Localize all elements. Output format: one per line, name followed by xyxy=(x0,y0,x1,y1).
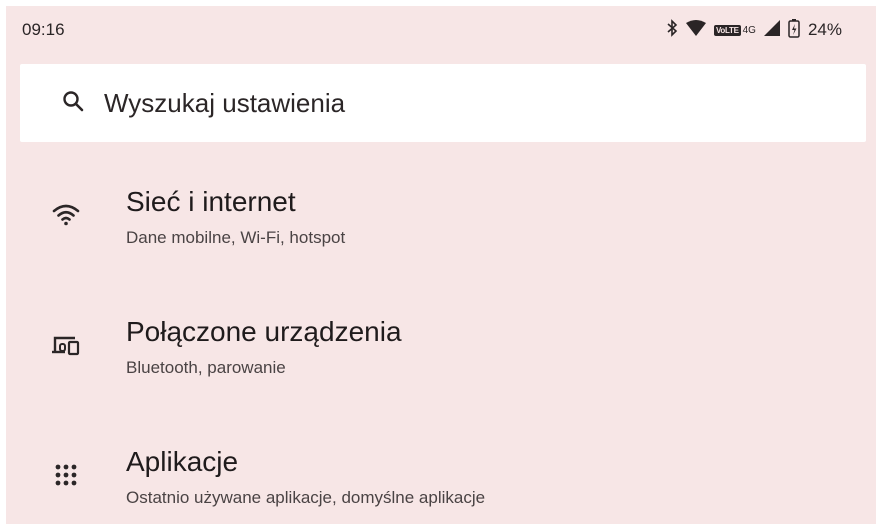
wifi-icon xyxy=(685,19,706,41)
battery-icon xyxy=(788,18,800,43)
apps-grid-icon xyxy=(55,464,77,491)
settings-screen: 09:16 VoLTE 4G 24% Wyszukaj ustawienia S… xyxy=(6,6,876,524)
settings-item-connected-devices[interactable]: Połączone urządzenia Bluetooth, parowani… xyxy=(6,292,876,402)
settings-item-subtitle: Dane mobilne, Wi-Fi, hotspot xyxy=(126,228,346,247)
connected-devices-icon xyxy=(52,334,80,361)
search-bar[interactable]: Wyszukaj ustawienia xyxy=(20,64,866,142)
status-bar: 09:16 VoLTE 4G 24% xyxy=(6,6,876,54)
settings-item-network[interactable]: Sieć i internet Dane mobilne, Wi-Fi, hot… xyxy=(6,162,876,272)
bluetooth-icon xyxy=(666,18,678,42)
status-icons: VoLTE 4G 24% xyxy=(666,18,842,43)
settings-item-subtitle: Ostatnio używane aplikacje, domyślne apl… xyxy=(126,488,486,507)
status-time: 09:16 xyxy=(22,20,65,39)
settings-item-subtitle: Bluetooth, parowanie xyxy=(126,358,286,377)
wifi-icon xyxy=(52,204,80,231)
search-icon xyxy=(62,90,84,117)
volte-badge: VoLTE xyxy=(713,24,741,36)
settings-item-title: Aplikacje xyxy=(126,446,239,477)
search-placeholder: Wyszukaj ustawienia xyxy=(104,87,346,118)
signal-icon xyxy=(763,19,780,41)
battery-percent: 24% xyxy=(807,20,842,39)
settings-item-title: Sieć i internet xyxy=(126,186,296,217)
settings-item-apps[interactable]: Aplikacje Ostatnio używane aplikacje, do… xyxy=(6,422,876,524)
settings-item-title: Połączone urządzenia xyxy=(126,316,402,347)
network-type: 4G xyxy=(742,24,756,36)
